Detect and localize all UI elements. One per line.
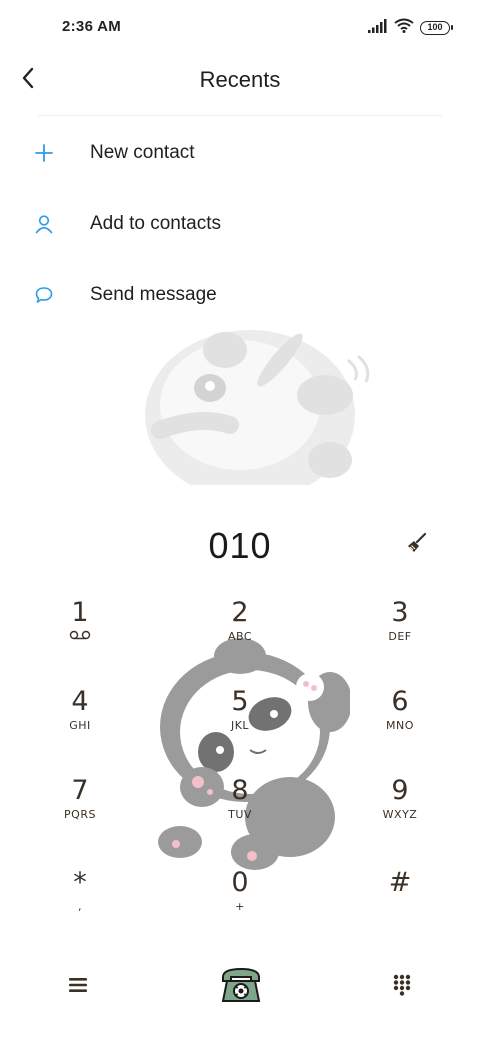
person-icon [32,212,56,236]
key-0-digit: 0 [231,867,249,898]
add-to-contacts-label: Add to contacts [90,212,221,234]
key-3[interactable]: 3 DEF [340,592,460,670]
send-message-label: Send message [90,283,217,305]
key-5-letters: JKL [230,719,250,732]
key-9[interactable]: 9 WXYZ [340,770,460,848]
key-star-digit: * [73,867,87,898]
key-hash-digit: # [388,867,412,898]
key-2[interactable]: 2 ABC [180,592,300,670]
key-9-letters: WXYZ [382,808,418,821]
chat-bubble-icon [32,283,56,307]
key-6-digit: 6 [391,686,409,717]
menu-icon [68,976,88,999]
menu-button[interactable] [56,970,100,1004]
key-0-letters: + [235,900,245,913]
call-button[interactable] [216,964,266,1010]
key-star[interactable]: * , [20,862,140,940]
broom-icon [406,532,428,559]
bottom-bar [0,950,480,1030]
clear-number-button[interactable] [400,530,434,560]
add-to-contacts-row[interactable]: Add to contacts [0,188,480,259]
key-4-letters: GHI [69,719,91,732]
key-0[interactable]: 0 + [180,862,300,940]
key-2-digit: 2 [231,597,249,628]
key-3-letters: DEF [388,630,412,643]
status-time: 2:36 AM [62,18,122,35]
key-9-digit: 9 [391,775,409,806]
key-hash[interactable]: # [340,862,460,940]
dialpad-toggle-button[interactable] [380,970,424,1004]
key-7-digit: 7 [71,775,89,806]
status-bar: 2:36 AM 100 [0,0,480,56]
signal-icon [368,18,388,38]
key-3-digit: 3 [391,597,409,628]
plus-icon [32,141,56,165]
new-contact-row[interactable]: New contact [0,117,480,188]
header-divider [38,115,442,116]
key-4[interactable]: 4 GHI [20,681,140,759]
key-7[interactable]: 7 PQRS [20,770,140,848]
battery-icon: 100 [420,21,453,35]
status-icons: 100 [368,18,453,38]
key-5-digit: 5 [231,686,249,717]
voicemail-icon [20,630,140,643]
header: Recents [0,56,480,114]
key-6-letters: MNO [386,719,414,732]
action-list: New contact Add to contacts Send message [0,117,480,330]
key-5[interactable]: 5 JKL [180,681,300,759]
panda-illustration-top [130,320,390,485]
key-star-letters: , [78,900,82,913]
key-8-digit: 8 [231,775,249,806]
wifi-icon [394,18,414,38]
key-4-digit: 4 [71,686,89,717]
key-7-letters: PQRS [64,808,96,821]
key-1[interactable]: 1 [20,592,140,670]
call-icon [219,965,263,1010]
new-contact-label: New contact [90,141,195,163]
key-2-letters: ABC [227,630,253,643]
key-6[interactable]: 6 MNO [340,681,460,759]
key-8[interactable]: 8 TUV [180,770,300,848]
page-title: Recents [199,67,281,92]
key-1-digit: 1 [71,597,89,628]
key-8-letters: TUV [228,808,252,821]
dialpad-icon [393,974,411,1001]
